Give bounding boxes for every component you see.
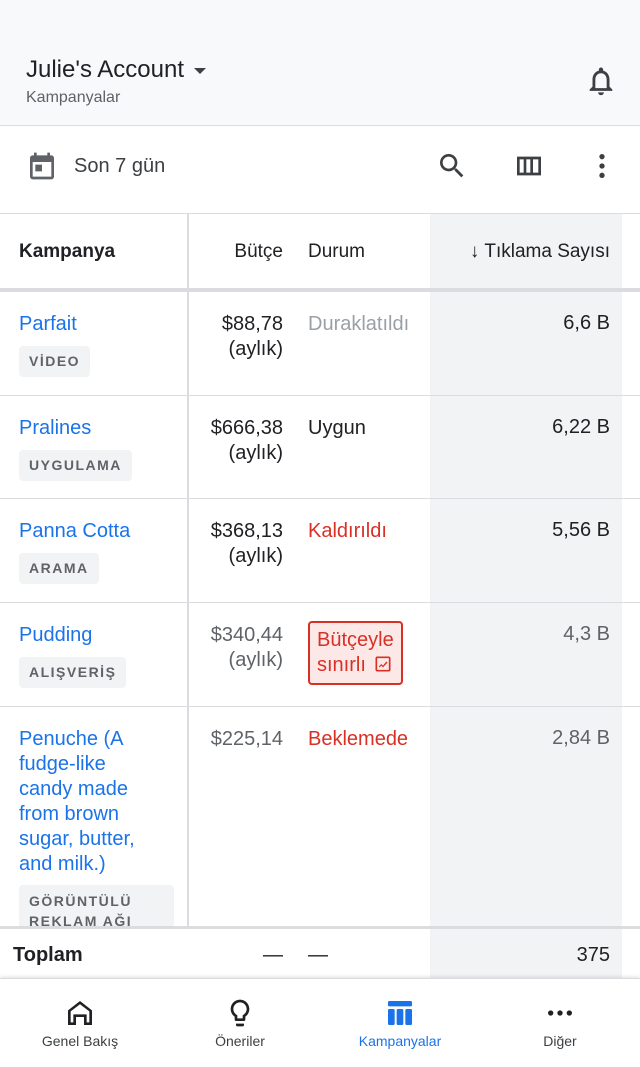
budget-amount: $368,13 (210, 520, 283, 542)
campaign-type-chip: ARAMA (19, 553, 99, 584)
notifications-bell-icon[interactable] (584, 64, 618, 98)
table-row[interactable]: Penuche (A fudge-like candy made from br… (0, 707, 640, 926)
status-line: sınırlı (317, 654, 366, 676)
status-cell: Kaldırıldı (308, 520, 387, 542)
campaign-type-chip: ALIŞVERİŞ (19, 657, 127, 688)
nav-label[interactable]: Kampanyalar (320, 1033, 480, 1049)
app-header: Julie's Account Kampanyalar (0, 0, 640, 126)
search-icon[interactable] (436, 150, 468, 182)
campaign-name-line: fudge-like (19, 753, 106, 775)
total-budget: — (263, 944, 283, 966)
budget-amount: $666,38 (210, 417, 283, 439)
campaign-name-line: Penuche (A (19, 728, 124, 750)
columns-icon[interactable] (513, 150, 545, 182)
budget-cell: $225,14 (211, 727, 283, 752)
campaign-name-link[interactable]: Pralines (19, 416, 91, 441)
clicks-cell: 6,6 B (563, 312, 610, 334)
calendar-icon[interactable] (26, 150, 58, 182)
status-cell: Duraklatıldı (308, 313, 410, 335)
trend-chart-icon (375, 656, 391, 672)
total-row: Toplam — — 375 (0, 926, 640, 978)
budget-cell: $666,38 (aylık) (211, 416, 283, 466)
date-range-picker[interactable]: Son 7 gün (26, 150, 165, 182)
table-row[interactable]: Panna Cotta ARAMA $368,13 (aylık) Kaldır… (0, 499, 640, 603)
column-header-status[interactable]: Durum (308, 241, 365, 263)
campaign-name-line: candy made (19, 778, 128, 800)
campaign-name-line: sugar, butter, (19, 828, 135, 850)
campaign-type-chip: UYGULAMA (19, 450, 132, 481)
account-selector[interactable]: Julie's Account (26, 56, 207, 84)
more-horiz-icon[interactable] (544, 997, 576, 1029)
campaign-type-line: GÖRÜNTÜLÜ (29, 893, 132, 909)
campaign-name-line: and milk.) (19, 853, 106, 875)
date-range-label[interactable]: Son 7 gün (74, 155, 165, 178)
table-row[interactable]: Pralines UYGULAMA $666,38 (aylık) Uygun … (0, 396, 640, 499)
frozen-column-divider (187, 214, 189, 978)
campaign-type-chip: GÖRÜNTÜLÜ REKLAM AĞI (19, 885, 174, 926)
status-line-with-icon: sınırlı (317, 653, 394, 678)
status-cell: Beklemede (308, 728, 409, 750)
dropdown-caret-icon[interactable] (194, 68, 207, 74)
column-header-clicks-label: Tıklama Sayısı (484, 241, 610, 262)
total-status: — (308, 944, 328, 966)
clicks-cell: 5,56 B (552, 519, 610, 541)
toolbar: Son 7 gün (0, 126, 640, 214)
more-vert-icon[interactable] (586, 150, 618, 182)
budget-cell: $368,13 (aylık) (211, 519, 283, 569)
lightbulb-icon[interactable] (224, 997, 256, 1029)
nav-label[interactable]: Genel Bakış (0, 1033, 160, 1049)
campaign-type-chip: VİDEO (19, 346, 91, 377)
nav-item-recommendations[interactable]: Öneriler (160, 979, 320, 1067)
budget-amount: $225,14 (210, 728, 283, 750)
sort-arrow-icon: ↓ (469, 241, 480, 262)
column-header-campaign[interactable]: Kampanya (19, 241, 115, 263)
total-clicks: 375 (576, 944, 610, 966)
clicks-cell: 6,22 B (552, 416, 610, 438)
column-header-clicks[interactable]: ↓ Tıklama Sayısı (470, 241, 610, 263)
total-label: Toplam (13, 944, 83, 966)
budget-amount: $340,44 (210, 624, 283, 646)
table-row[interactable]: Parfait VİDEO $88,78 (aylık) Duraklatıld… (0, 292, 640, 396)
campaign-type-line: REKLAM AĞI (29, 913, 133, 926)
table-row[interactable]: Pudding ALIŞVERİŞ $340,44 (aylık) Bütçey… (0, 603, 640, 707)
nav-label[interactable]: Öneriler (160, 1033, 320, 1049)
budget-period: (aylık) (228, 649, 283, 671)
budget-limited-status-badge[interactable]: Bütçeyle sınırlı (308, 621, 403, 685)
campaigns-icon[interactable] (384, 997, 416, 1029)
clicks-cell: 2,84 B (552, 727, 610, 749)
campaign-name-line: from brown (19, 803, 120, 825)
table-header: Kampanya Bütçe Durum ↓ Tıklama Sayısı (0, 214, 640, 292)
budget-period: (aylık) (228, 545, 283, 567)
status-line: Bütçeyle (317, 629, 394, 651)
nav-label[interactable]: Diğer (480, 1033, 640, 1049)
account-name[interactable]: Julie's Account (26, 56, 184, 84)
bottom-navigation: Genel Bakış Öneriler Kampanyalar Diğer (0, 978, 640, 1067)
campaign-name-link[interactable]: Panna Cotta (19, 519, 130, 544)
nav-item-overview[interactable]: Genel Bakış (0, 979, 160, 1067)
campaign-name-link[interactable]: Pudding (19, 623, 92, 648)
budget-period: (aylık) (228, 338, 283, 360)
budget-period: (aylık) (228, 442, 283, 464)
page-subtitle: Kampanyalar (26, 89, 121, 106)
campaign-name-link[interactable]: Penuche (A fudge-like candy made from br… (19, 727, 135, 877)
clicks-cell: 4,3 B (563, 623, 610, 645)
budget-cell: $340,44 (aylık) (211, 623, 283, 673)
status-cell: Uygun (308, 417, 366, 439)
home-icon[interactable] (64, 997, 96, 1029)
budget-amount: $88,78 (221, 313, 283, 335)
campaign-name-link[interactable]: Parfait (19, 312, 77, 337)
nav-item-more[interactable]: Diğer (480, 979, 640, 1067)
budget-cell: $88,78 (aylık) (222, 312, 283, 362)
nav-item-campaigns[interactable]: Kampanyalar (320, 979, 480, 1067)
column-header-budget[interactable]: Bütçe (234, 241, 283, 263)
